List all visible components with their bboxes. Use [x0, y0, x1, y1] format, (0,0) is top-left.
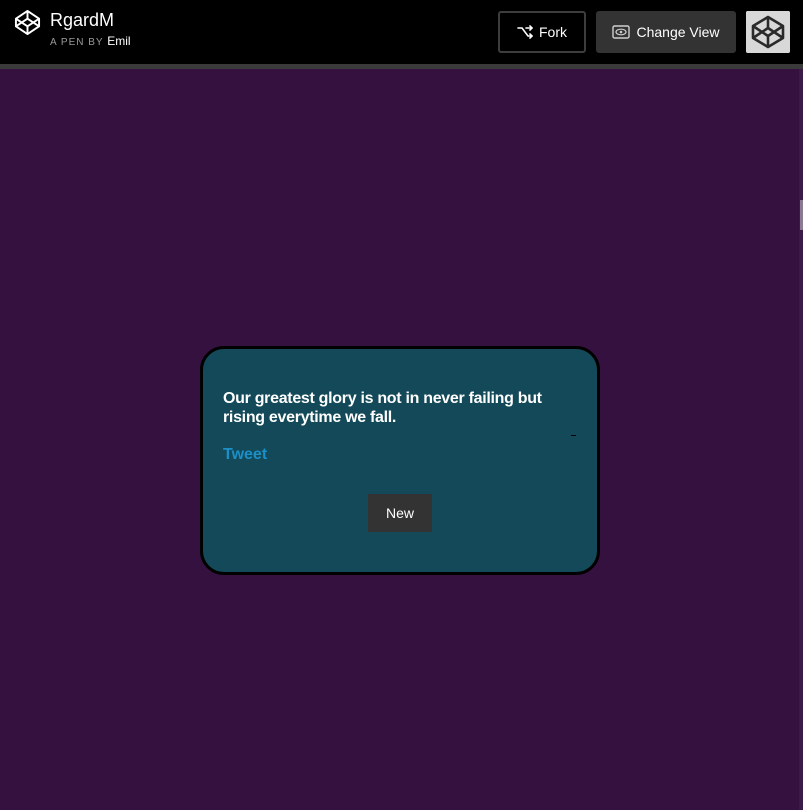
- scrollbar-track[interactable]: [799, 69, 803, 810]
- quote-text: Our greatest glory is not in never faili…: [223, 390, 542, 426]
- pen-title-block: RgardM A PEN BY Emil: [50, 9, 131, 50]
- fork-icon: [517, 25, 533, 39]
- change-view-button[interactable]: Change View: [596, 11, 736, 53]
- top-bar-divider: [0, 64, 803, 69]
- tweet-link[interactable]: Tweet: [223, 446, 267, 464]
- top-bar: RgardM A PEN BY Emil Fork Change View: [0, 0, 803, 64]
- byline: A PEN BY Emil: [50, 34, 131, 50]
- eye-icon: [612, 25, 631, 39]
- fork-button[interactable]: Fork: [498, 11, 586, 53]
- quote-card: Our greatest glory is not in never faili…: [200, 346, 600, 575]
- user-avatar[interactable]: [746, 11, 790, 53]
- change-view-label: Change View: [636, 24, 720, 40]
- author-link[interactable]: Emil: [107, 34, 130, 48]
- new-quote-button[interactable]: New: [368, 494, 432, 532]
- byline-prefix: A PEN BY: [50, 37, 104, 48]
- decorative-mark: [571, 435, 576, 436]
- fork-label: Fork: [539, 24, 567, 40]
- codepen-logo-icon[interactable]: [14, 9, 41, 36]
- pen-title: RgardM: [50, 10, 115, 30]
- avatar-codepen-icon: [746, 11, 790, 53]
